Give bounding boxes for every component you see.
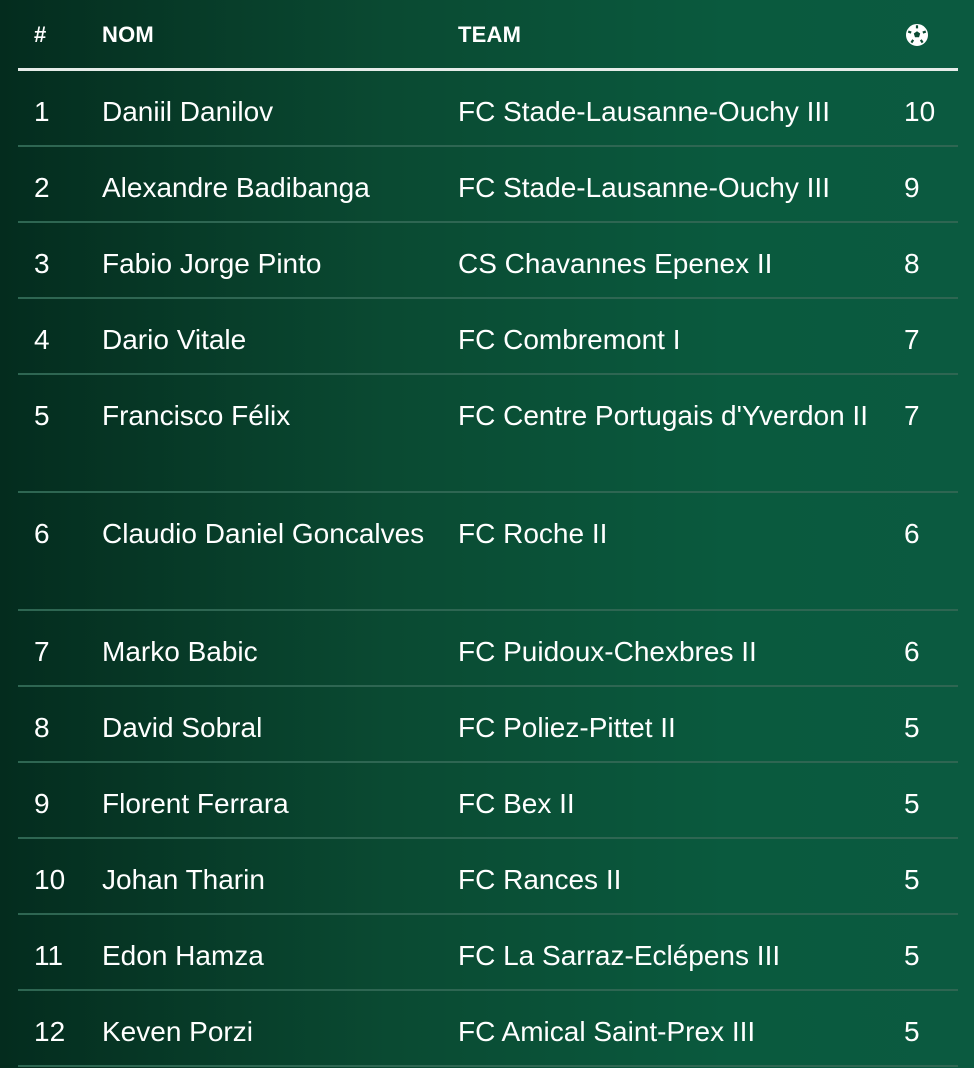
player-name-cell: Fabio Jorge Pinto xyxy=(102,248,322,279)
goals-cell: 7 xyxy=(904,400,920,431)
table-row: 7 Marko Babic FC Puidoux-Chexbres II 6 xyxy=(18,611,958,687)
table-row: 4 Dario Vitale FC Combremont I 7 xyxy=(18,299,958,375)
rank-cell: 9 xyxy=(34,788,50,819)
rank-cell: 3 xyxy=(34,248,50,279)
player-name-cell: Claudio Daniel Goncalves xyxy=(102,518,425,549)
team-cell: FC Poliez-Pittet II xyxy=(458,712,676,743)
player-name-cell: Alexandre Badibanga xyxy=(102,172,370,203)
team-cell: FC Amical Saint-Prex III xyxy=(458,1016,756,1047)
rank-cell: 4 xyxy=(34,324,50,355)
header-team: TEAM xyxy=(458,22,522,47)
table-row: 12 Keven Porzi FC Amical Saint-Prex III 5 xyxy=(18,991,958,1067)
team-cell: FC Stade-Lausanne-Ouchy III xyxy=(458,96,830,127)
table-row: 10 Johan Tharin FC Rances II 5 xyxy=(18,839,958,915)
team-cell: FC Combremont I xyxy=(458,324,681,355)
rank-cell: 1 xyxy=(34,96,50,127)
goals-cell: 7 xyxy=(904,324,920,355)
goals-cell: 6 xyxy=(904,518,920,549)
team-cell: FC Puidoux-Chexbres II xyxy=(458,636,757,667)
player-name-cell: Daniil Danilov xyxy=(102,96,274,127)
player-name-cell: Johan Tharin xyxy=(102,864,265,895)
rank-cell: 5 xyxy=(34,400,50,431)
rank-cell: 7 xyxy=(34,636,50,667)
header-name: NOM xyxy=(102,22,154,47)
table-row: 5 Francisco Félix FC Centre Portugais d'Yv… xyxy=(18,375,958,493)
table-row: 8 David Sobral FC Poliez-Pittet II 5 xyxy=(18,687,958,763)
goals-cell: 5 xyxy=(904,712,920,743)
player-name-cell: Marko Babic xyxy=(102,636,258,667)
player-name-cell: David Sobral xyxy=(102,712,263,743)
table-row: 3 Fabio Jorge Pinto CS Chavannes Epenex II… xyxy=(18,223,958,299)
table-row: 6 Claudio Daniel Goncalves FC Roche II 6 xyxy=(18,493,958,611)
player-name-cell: Edon Hamza xyxy=(102,940,264,971)
team-cell: CS Chavannes Epenex II xyxy=(458,248,773,279)
team-cell: FC Stade-Lausanne-Ouchy III xyxy=(458,172,830,203)
table-row: 2 Alexandre Badibanga FC Stade-Lausanne-Ou… xyxy=(18,147,958,223)
team-cell: FC Roche II xyxy=(458,518,608,549)
goals-cell: 5 xyxy=(904,864,920,895)
player-name-cell: Francisco Félix xyxy=(102,400,291,431)
table-row: 9 Florent Ferrara FC Bex II 5 xyxy=(18,763,958,839)
team-cell: FC La Sarraz-Eclépens III xyxy=(458,940,781,971)
table-header: # NOM TEAM xyxy=(18,0,958,71)
header-rank: # xyxy=(34,22,47,47)
scorers-table: # NOM TEAM 1 Daniil Danilov FC Stade-Lausa… xyxy=(18,0,958,1067)
player-name-cell: Florent Ferrara xyxy=(102,788,289,819)
goals-cell: 10 xyxy=(904,96,936,127)
table-body: 1 Daniil Danilov FC Stade-Lausanne-Ouchy I… xyxy=(18,71,958,1067)
team-cell: FC Bex II xyxy=(458,788,575,819)
table-row: 11 Edon Hamza FC La Sarraz-Eclépens III 5 xyxy=(18,915,958,991)
rank-cell: 12 xyxy=(34,1016,66,1047)
rank-cell: 6 xyxy=(34,518,50,549)
goals-cell: 9 xyxy=(904,172,920,203)
rank-cell: 8 xyxy=(34,712,50,743)
goals-cell: 8 xyxy=(904,248,920,279)
team-cell: FC Rances II xyxy=(458,864,622,895)
team-cell: FC Centre Portugais d'Yverdon II xyxy=(458,400,868,431)
goals-cell: 5 xyxy=(904,1016,920,1047)
rank-cell: 11 xyxy=(34,940,64,971)
soccer-ball-icon xyxy=(906,24,928,46)
player-name-cell: Dario Vitale xyxy=(102,324,247,355)
rank-cell: 2 xyxy=(34,172,50,203)
goals-cell: 5 xyxy=(904,788,920,819)
table-row: 1 Daniil Danilov FC Stade-Lausanne-Ouchy I… xyxy=(18,71,958,147)
goals-cell: 6 xyxy=(904,636,920,667)
goals-cell: 5 xyxy=(904,940,920,971)
rank-cell: 10 xyxy=(34,864,66,895)
player-name-cell: Keven Porzi xyxy=(102,1016,253,1047)
